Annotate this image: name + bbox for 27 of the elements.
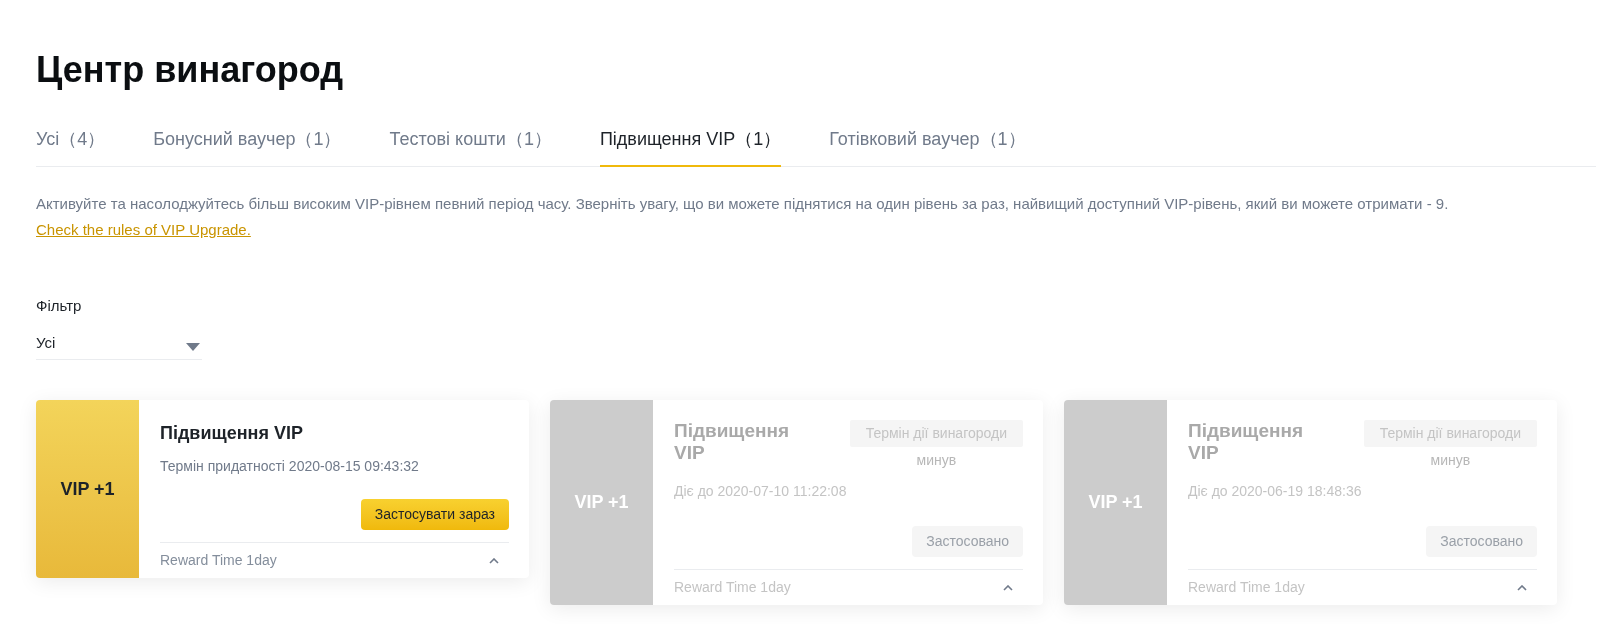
expiry-date: Діє до 2020-07-10 11:22:08 [674,482,847,501]
page-title: Центр винагород [36,48,344,92]
filter-dropdown[interactable]: Усі [36,328,202,360]
reward-time: Reward Time 1day [1188,578,1305,597]
expiry-date: Діє до 2020-06-19 18:48:36 [1188,482,1362,501]
card-title: Підвищення VIP [160,422,303,445]
tab[interactable]: Підвищення VIP（1） [599,126,782,167]
tab[interactable]: Бонусний ваучер（1） [153,126,342,167]
filter-label: Фільтр [36,296,82,316]
chevron-up-icon[interactable] [489,557,499,564]
apply-button[interactable]: Застосувати зараз [360,499,509,530]
chevron-up-icon[interactable] [1003,584,1013,591]
tab[interactable]: Усі（4） [36,126,106,167]
tab[interactable]: Тестові кошти（1） [389,126,552,167]
caret-icon [186,342,200,351]
tab[interactable]: Готівковий ваучер（1） [829,126,1026,167]
card-title: Підвищення VIP [1188,420,1304,465]
description-text: Активуйте та насолоджуйтесь більш високим VIP-рівнем певний період часу. Зверніть увагу, що ви можете піднятися на один рівень за раз, найвищий доступний VIP-рівень, який ви можете отримати - 9. Check the rules of VIP Upgrade. [36,194,1450,240]
expired-status: минув [916,451,957,470]
reward-time: Reward Time 1day [674,578,791,597]
chevron-up-icon[interactable] [1517,584,1527,591]
expiry-date: Термін придатності 2020-08-15 09:43:32 [160,457,419,476]
expired-status: минув [1430,451,1471,470]
vip-badge-panel: VIP +1 [36,400,139,578]
card-title: Підвищення VIP [674,420,790,465]
reward-time: Reward Time 1day [160,551,277,570]
rules-link[interactable]: Check the rules of VIP Upgrade. [36,221,251,238]
